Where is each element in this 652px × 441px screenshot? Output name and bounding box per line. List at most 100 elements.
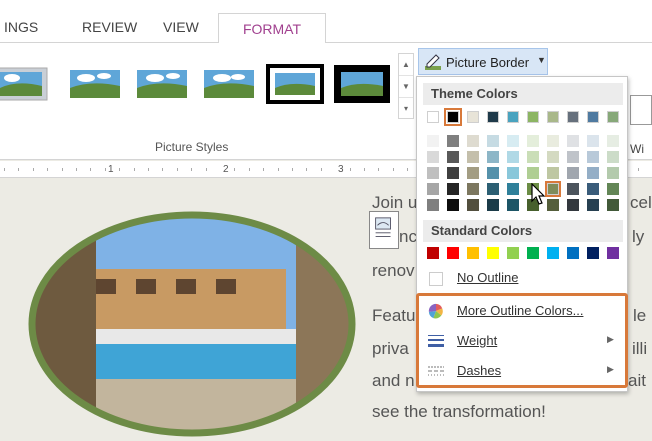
theme-shade-swatch[interactable] [447,167,459,179]
picture-style-4[interactable] [200,64,258,104]
doc-line-5a: priva [372,339,409,358]
theme-shade-swatch[interactable] [427,151,439,163]
theme-shade-swatch[interactable] [587,151,599,163]
theme-shade-swatch[interactable] [487,199,499,211]
theme-color-swatch[interactable] [607,111,619,123]
theme-shade-swatch[interactable] [527,135,539,147]
tab-view[interactable]: VIEW [163,19,199,35]
theme-shade-swatch[interactable] [587,167,599,179]
theme-shade-swatch[interactable] [507,183,519,195]
theme-shade-swatch[interactable] [547,199,559,211]
theme-shade-swatch[interactable] [487,183,499,195]
theme-shade-swatch[interactable] [607,151,619,163]
theme-shade-swatch[interactable] [587,135,599,147]
ruler-mark-2: 2 [223,164,229,175]
theme-shade-swatch[interactable] [587,183,599,195]
standard-color-swatch[interactable] [447,247,459,259]
theme-shade-swatch[interactable] [567,183,579,195]
standard-color-swatch[interactable] [467,247,479,259]
theme-shade-swatch[interactable] [427,167,439,179]
theme-shade-swatch[interactable] [507,151,519,163]
theme-shade-swatch[interactable] [567,199,579,211]
theme-color-swatch[interactable] [467,111,479,123]
theme-shade-swatch[interactable] [607,135,619,147]
theme-shade-swatch[interactable] [487,167,499,179]
theme-shade-swatch[interactable] [467,167,479,179]
theme-color-swatch[interactable] [587,111,599,123]
theme-shade-swatch[interactable] [427,135,439,147]
theme-shade-swatch[interactable] [587,199,599,211]
theme-shade-swatch[interactable] [467,199,479,211]
theme-shade-swatch[interactable] [507,167,519,179]
theme-shade-swatch[interactable] [567,151,579,163]
gallery-up-icon[interactable]: ▲ [399,54,413,76]
standard-color-swatch[interactable] [507,247,519,259]
oval-picture[interactable] [26,209,358,439]
picture-style-2[interactable] [66,64,124,104]
standard-color-swatch[interactable] [527,247,539,259]
gallery-down-icon[interactable]: ▼ [399,76,413,98]
ruler-tick [76,168,77,171]
ruler-tick [234,168,235,171]
theme-shade-swatch[interactable] [567,135,579,147]
theme-shade-swatch[interactable] [447,135,459,147]
standard-color-swatch[interactable] [567,247,579,259]
theme-color-swatch[interactable] [427,111,439,123]
standard-color-swatch[interactable] [587,247,599,259]
gallery-scrollbar[interactable]: ▲ ▼ ▾ [398,53,414,119]
theme-shade-swatch[interactable] [467,151,479,163]
theme-shade-swatch[interactable] [527,167,539,179]
theme-shade-swatch[interactable] [427,183,439,195]
ruler-tick [90,168,91,171]
theme-shade-swatch[interactable] [527,151,539,163]
ruler-tick [148,168,149,171]
theme-shade-swatch[interactable] [487,135,499,147]
theme-shade-swatch[interactable] [607,167,619,179]
picture-style-5[interactable] [266,64,324,104]
theme-shade-swatch[interactable] [447,183,459,195]
theme-color-swatch[interactable] [567,111,579,123]
theme-shade-swatch[interactable] [487,151,499,163]
theme-color-swatch[interactable] [507,111,519,123]
picture-style-6[interactable] [333,64,391,104]
picture-style-3[interactable] [133,64,191,104]
theme-shade-swatch[interactable] [567,167,579,179]
gallery-more-icon[interactable]: ▾ [399,98,413,120]
theme-shade-swatch[interactable] [507,199,519,211]
theme-shade-swatch[interactable] [447,151,459,163]
theme-shade-swatch[interactable] [447,199,459,211]
tab-mailings[interactable]: INGS [4,19,38,35]
theme-shade-swatch[interactable] [547,151,559,163]
doc-line-5b: illi [632,339,648,358]
theme-shade-swatch[interactable] [427,199,439,211]
standard-color-swatch[interactable] [547,247,559,259]
standard-color-swatch[interactable] [487,247,499,259]
theme-color-swatch[interactable] [547,111,559,123]
layout-options-icon[interactable] [369,211,399,249]
theme-color-swatch[interactable] [444,108,462,126]
theme-shade-swatch[interactable] [467,135,479,147]
doc-line-4b: le [633,306,647,325]
ruler-tick [47,168,48,171]
theme-shade-swatch[interactable] [547,135,559,147]
ruler-tick [350,168,351,171]
tab-review[interactable]: REVIEW [82,19,137,35]
theme-color-swatch[interactable] [487,111,499,123]
theme-shade-swatch[interactable] [507,135,519,147]
theme-shade-swatch[interactable] [607,199,619,211]
theme-shade-swatch[interactable] [607,183,619,195]
tab-format[interactable]: FORMAT [218,13,326,44]
theme-color-swatch[interactable] [527,111,539,123]
no-outline-label: No Outline [457,270,519,285]
standard-color-swatch[interactable] [427,247,439,259]
standard-color-swatch[interactable] [607,247,619,259]
doc-line-7: see the transformation! [372,402,546,421]
theme-shade-swatch[interactable] [547,167,559,179]
theme-shade-swatch[interactable] [467,183,479,195]
picture-style-1[interactable] [0,64,50,104]
theme-shade-swatch[interactable] [545,181,561,197]
wrap-text-icon[interactable] [630,95,652,125]
highlight-box [416,293,628,388]
picture-border-button[interactable]: Picture Border ▼ [418,48,548,75]
no-outline-item[interactable]: No Outline [417,265,627,291]
